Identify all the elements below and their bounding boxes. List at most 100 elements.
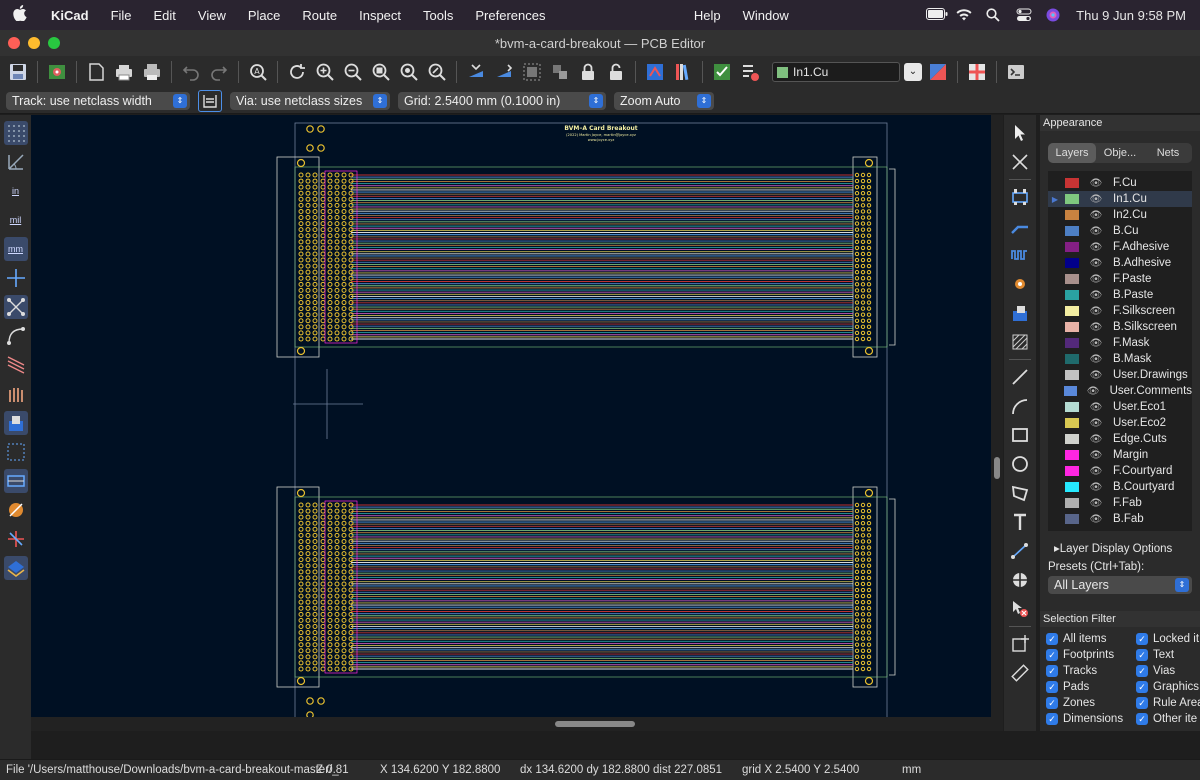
- layer-color-swatch[interactable]: [1065, 418, 1079, 428]
- scripting-icon[interactable]: [710, 60, 734, 84]
- visibility-eye-icon[interactable]: 👁: [1089, 274, 1103, 285]
- checkbox-checked-icon[interactable]: ✓: [1046, 681, 1058, 693]
- menu-inspect[interactable]: Inspect: [348, 8, 412, 23]
- pad-fill-icon[interactable]: [3, 411, 28, 435]
- place-anchor-icon[interactable]: [1008, 568, 1032, 592]
- zoom-select[interactable]: Zoom Auto ⇕: [614, 91, 714, 110]
- draw-polygon-icon[interactable]: [1008, 481, 1032, 505]
- visibility-eye-icon[interactable]: 👁: [1089, 226, 1103, 237]
- menu-view[interactable]: View: [187, 8, 237, 23]
- ungroup-icon[interactable]: [548, 60, 572, 84]
- close-window-button[interactable]: [8, 37, 20, 49]
- visibility-eye-icon[interactable]: 👁: [1089, 402, 1103, 413]
- draw-arc-icon[interactable]: [1008, 394, 1032, 418]
- board-setup-icon[interactable]: [45, 60, 69, 84]
- layer-row[interactable]: 👁 In2.Cu: [1048, 207, 1192, 223]
- add-footprint-icon[interactable]: [1008, 185, 1032, 209]
- visibility-eye-icon[interactable]: 👁: [1089, 242, 1103, 253]
- net-colors-icon[interactable]: [4, 382, 28, 406]
- layer-row[interactable]: 👁 User.Eco1: [1048, 399, 1192, 415]
- layer-row[interactable]: 👁 B.Courtyard: [1048, 479, 1192, 495]
- print-icon[interactable]: [112, 60, 136, 84]
- plot-icon[interactable]: [140, 60, 164, 84]
- layer-color-swatch[interactable]: [1065, 370, 1079, 380]
- layer-manager-icon[interactable]: [3, 556, 28, 580]
- zoom-selection-icon[interactable]: [425, 60, 449, 84]
- filter-checkbox[interactable]: ✓ Other ite: [1136, 711, 1200, 727]
- layer-row[interactable]: 👁 F.Cu: [1048, 175, 1192, 191]
- layer-row[interactable]: 👁 F.Silkscreen: [1048, 303, 1192, 319]
- menu-place[interactable]: Place: [237, 8, 292, 23]
- layer-display-options-toggle[interactable]: ▸Layer Display Options: [1054, 541, 1200, 555]
- horizontal-scrollbar[interactable]: [31, 717, 991, 731]
- visibility-eye-icon[interactable]: 👁: [1087, 386, 1100, 397]
- visibility-eye-icon[interactable]: 👁: [1089, 338, 1103, 349]
- python-console-icon[interactable]: [1004, 60, 1028, 84]
- control-center-icon[interactable]: [1016, 8, 1034, 22]
- rotate-board-icon[interactable]: [492, 60, 516, 84]
- tab-objects[interactable]: Obje...: [1096, 143, 1144, 163]
- visibility-eye-icon[interactable]: 👁: [1089, 306, 1103, 317]
- page-settings-icon[interactable]: [84, 60, 108, 84]
- find-icon[interactable]: A: [246, 60, 270, 84]
- measure-tool-icon[interactable]: [1008, 661, 1032, 685]
- layer-row[interactable]: 👁 F.Mask: [1048, 335, 1192, 351]
- visibility-eye-icon[interactable]: 👁: [1089, 482, 1103, 493]
- layer-color-swatch[interactable]: [1065, 434, 1079, 444]
- track-fill-icon[interactable]: [3, 469, 28, 493]
- menu-route[interactable]: Route: [291, 8, 348, 23]
- menu-tools[interactable]: Tools: [412, 8, 464, 23]
- track-width-select[interactable]: Track: use netclass width ⇕: [6, 91, 190, 110]
- apple-menu-icon[interactable]: [0, 4, 40, 26]
- ratsnest-icon[interactable]: [3, 295, 28, 319]
- layer-row[interactable]: 👁 B.Fab: [1048, 511, 1192, 527]
- vertical-scrollbar[interactable]: [991, 115, 1003, 731]
- delete-tool-icon[interactable]: [1008, 597, 1032, 621]
- filter-checkbox[interactable]: ✓ Vias: [1136, 663, 1200, 679]
- grid-select[interactable]: Grid: 2.5400 mm (0.1000 in) ⇕: [398, 91, 606, 110]
- redo-icon[interactable]: [207, 60, 231, 84]
- layer-row[interactable]: 👁 F.Courtyard: [1048, 463, 1192, 479]
- menu-edit[interactable]: Edit: [143, 8, 187, 23]
- layer-color-swatch[interactable]: [1065, 498, 1079, 508]
- checkbox-checked-icon[interactable]: ✓: [1046, 633, 1058, 645]
- layer-color-swatch[interactable]: [1065, 258, 1079, 268]
- checkbox-checked-icon[interactable]: ✓: [1046, 697, 1058, 709]
- select-arrow-icon[interactable]: [1008, 121, 1032, 145]
- route-track-icon[interactable]: [1008, 214, 1032, 238]
- checkbox-checked-icon[interactable]: ✓: [1046, 665, 1058, 677]
- layer-color-swatch[interactable]: [1065, 402, 1079, 412]
- update-pcb-icon[interactable]: [643, 60, 667, 84]
- draw-rectangle-icon[interactable]: [1008, 423, 1032, 447]
- lock-icon[interactable]: [576, 60, 600, 84]
- drc-icon[interactable]: [738, 60, 762, 84]
- net-inspector-icon[interactable]: [965, 60, 989, 84]
- visibility-eye-icon[interactable]: 👁: [1089, 498, 1103, 509]
- layer-row[interactable]: 👁 F.Fab: [1048, 495, 1192, 511]
- curved-ratsnest-icon[interactable]: [4, 324, 28, 348]
- layer-pair-icon[interactable]: [926, 60, 950, 84]
- layer-row[interactable]: 👁 User.Drawings: [1048, 367, 1192, 383]
- grid-origin-icon[interactable]: [1008, 632, 1032, 656]
- layer-row[interactable]: 👁 B.Mask: [1048, 351, 1192, 367]
- footprint-library-icon[interactable]: [671, 60, 695, 84]
- zone-display-icon[interactable]: [4, 498, 28, 522]
- checkbox-checked-icon[interactable]: ✓: [1136, 649, 1148, 661]
- add-filled-zone-icon[interactable]: [1008, 301, 1032, 325]
- menu-window[interactable]: Window: [732, 8, 800, 23]
- units-mm-button[interactable]: mm: [3, 237, 28, 261]
- visibility-eye-icon[interactable]: 👁: [1089, 258, 1103, 269]
- save-icon[interactable]: [6, 60, 30, 84]
- unlock-icon[interactable]: [604, 60, 628, 84]
- visibility-eye-icon[interactable]: 👁: [1089, 290, 1103, 301]
- filter-checkbox[interactable]: ✓ Tracks: [1046, 663, 1136, 679]
- battery-icon[interactable]: [926, 8, 948, 22]
- layer-row[interactable]: ▶ 👁 In1.Cu: [1048, 191, 1192, 207]
- active-layer-selector[interactable]: In1.Cu: [772, 62, 900, 82]
- tab-layers[interactable]: Layers: [1048, 143, 1096, 163]
- layer-color-swatch[interactable]: [1065, 226, 1079, 236]
- layer-color-swatch[interactable]: [1065, 306, 1079, 316]
- layer-color-swatch[interactable]: [1065, 482, 1079, 492]
- minimize-window-button[interactable]: [28, 37, 40, 49]
- filter-checkbox[interactable]: ✓ Dimensions: [1046, 711, 1136, 727]
